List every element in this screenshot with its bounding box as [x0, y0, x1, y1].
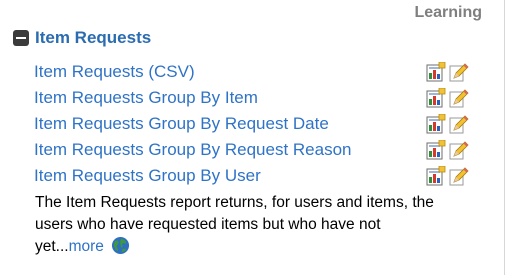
edit-pencil-icon[interactable] [449, 140, 469, 160]
list-item: Item Requests Group By Item [34, 85, 474, 111]
list-item: Item Requests Group By Request Date [34, 111, 474, 137]
report-chart-icon[interactable] [426, 88, 446, 108]
list-item: Item Requests (CSV) [34, 59, 474, 85]
report-chart-icon[interactable] [426, 140, 446, 160]
row-actions [426, 88, 469, 108]
row-actions [426, 166, 469, 186]
more-link[interactable]: more [69, 238, 104, 255]
report-list: Item Requests (CSV) Item Requests Group … [34, 59, 474, 189]
report-link[interactable]: Item Requests Group By User [34, 166, 261, 186]
report-link[interactable]: Item Requests Group By Request Reason [34, 140, 352, 160]
group-title[interactable]: Item Requests [35, 28, 151, 48]
report-chart-icon[interactable] [426, 166, 446, 186]
report-chart-icon[interactable] [426, 62, 446, 82]
report-link[interactable]: Item Requests Group By Request Date [34, 114, 329, 134]
list-item: Item Requests Group By Request Reason [34, 137, 474, 163]
minus-box-icon[interactable] [13, 30, 29, 46]
report-chart-icon[interactable] [426, 114, 446, 134]
report-link[interactable]: Item Requests (CSV) [34, 62, 195, 82]
row-actions [426, 140, 469, 160]
row-actions [426, 62, 469, 82]
report-description: The Item Requests report returns, for us… [35, 192, 445, 258]
section-label: Learning [414, 4, 482, 21]
edit-pencil-icon[interactable] [449, 114, 469, 134]
list-item: Item Requests Group By User [34, 163, 474, 189]
edit-pencil-icon[interactable] [449, 62, 469, 82]
globe-icon[interactable] [111, 236, 130, 255]
reports-panel: Learning Item Requests Item Requests (CS… [0, 0, 505, 275]
report-link[interactable]: Item Requests Group By Item [34, 88, 258, 108]
edit-pencil-icon[interactable] [449, 88, 469, 108]
row-actions [426, 114, 469, 134]
edit-pencil-icon[interactable] [449, 166, 469, 186]
group-header[interactable]: Item Requests [13, 28, 151, 48]
